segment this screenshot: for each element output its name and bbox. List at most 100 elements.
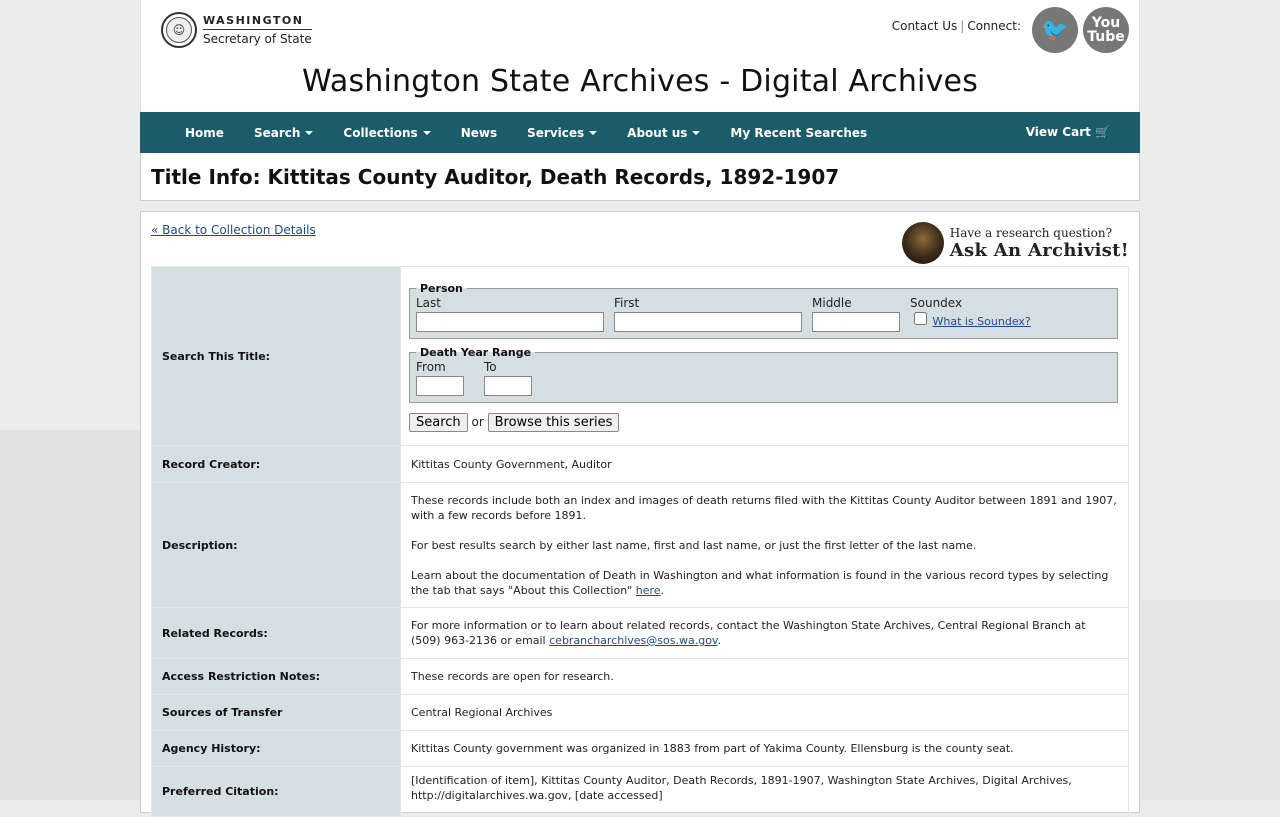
nav-services[interactable]: Services [512, 126, 612, 140]
from-year-input[interactable] [416, 375, 464, 396]
access-value: These records are open for research. [400, 658, 1129, 695]
caret-down-icon [422, 131, 431, 135]
background-shape [1130, 600, 1280, 800]
first-name-input[interactable] [614, 311, 802, 332]
table-row: Access Restriction Notes: These records … [151, 658, 1129, 695]
row-label: Description: [151, 482, 401, 608]
page-title-box: Title Info: Kittitas County Auditor, Dea… [140, 153, 1140, 201]
row-label: Related Records: [151, 607, 401, 659]
row-label: Access Restriction Notes: [151, 658, 401, 695]
description-paragraph: These records include both an index and … [411, 493, 1117, 522]
site-header: ☺ WASHINGTON Secretary of State Contact … [140, 0, 1140, 112]
or-text: or [471, 414, 484, 429]
related-records-value: For more information or to learn about r… [400, 607, 1129, 659]
table-row: Preferred Citation: [Identification of i… [151, 766, 1129, 817]
last-name-input[interactable] [416, 311, 604, 332]
youtube-icon[interactable]: You Tube [1083, 7, 1129, 53]
page-container: ☺ WASHINGTON Secretary of State Contact … [140, 0, 1140, 817]
search-form: Person Last First Middle Soundex What is… [400, 266, 1129, 446]
social-links: 🐦 You Tube [1032, 7, 1129, 53]
here-link[interactable]: here [636, 584, 661, 597]
soundex-checkbox[interactable] [914, 311, 927, 325]
state-seal-icon: ☺ [161, 12, 197, 48]
record-creator-value: Kittitas County Government, Auditor [400, 445, 1129, 483]
nav-search[interactable]: Search [239, 126, 328, 140]
youtube-label-top: You [1091, 15, 1121, 31]
caret-down-icon [305, 131, 314, 135]
table-row: Description: These records include both … [151, 482, 1129, 608]
from-year-label: From [416, 359, 446, 374]
related-text: . [717, 634, 722, 647]
caret-down-icon [692, 131, 701, 135]
nav-label: News [460, 125, 498, 140]
citation-value: [Identification of item], Kittitas Count… [400, 766, 1129, 817]
books-icon [901, 222, 944, 264]
back-to-collection-link[interactable]: « Back to Collection Details [151, 223, 316, 237]
nav-about-us[interactable]: About us [612, 126, 715, 140]
ask-title: Ask An Archivist! [949, 239, 1129, 261]
nav-recent-searches[interactable]: My Recent Searches [715, 126, 882, 140]
description-paragraph: For best results search by either last n… [411, 538, 977, 552]
table-row: Agency History: Kittitas County governme… [151, 730, 1129, 767]
table-row: Record Creator: Kittitas County Governme… [151, 445, 1129, 483]
description-value: These records include both an index and … [400, 482, 1129, 608]
page-title: Title Info: Kittitas County Auditor, Dea… [151, 164, 840, 189]
row-label: Search This Title: [151, 266, 401, 446]
person-legend: Person [420, 281, 463, 295]
row-label: Sources of Transfer [151, 694, 401, 731]
middle-name-input[interactable] [812, 311, 900, 332]
soundex-label: Soundex [910, 295, 963, 310]
what-is-soundex-link[interactable]: What is Soundex? [933, 315, 1031, 328]
cart-icon: 🛒 [1095, 125, 1110, 139]
main-nav: Home Search Collections News Services Ab… [140, 112, 1140, 153]
ask-archivist-banner[interactable]: Have a research question? Ask An Archivi… [901, 222, 1129, 264]
contact-us-link[interactable]: Contact Us [892, 19, 958, 33]
logo-subtitle: Secretary of State [203, 31, 312, 46]
table-row: Sources of Transfer Central Regional Arc… [151, 694, 1129, 731]
top-links: Contact Us | Connect: [891, 19, 1021, 33]
nav-label: Collections [343, 125, 418, 140]
view-cart-link[interactable]: View Cart 🛒 [1026, 125, 1110, 139]
to-year-label: To [484, 359, 497, 374]
description-text: Learn about the documentation of Death i… [411, 568, 1109, 597]
middle-name-label: Middle [812, 295, 852, 310]
row-label: Record Creator: [151, 445, 401, 483]
table-row: Search This Title: Person Last First Mid… [151, 266, 1129, 446]
site-title: Washington State Archives - Digital Arch… [301, 64, 979, 99]
first-name-label: First [614, 295, 640, 310]
ask-subtitle: Have a research question? [949, 225, 1113, 240]
email-link[interactable]: cebrancharchives@sos.wa.gov [549, 634, 717, 647]
related-text: For more information or to learn about r… [411, 619, 1086, 647]
caret-down-icon [589, 131, 598, 135]
sos-logo[interactable]: ☺ WASHINGTON Secretary of State [161, 12, 312, 48]
search-button[interactable]: Search [409, 412, 468, 432]
row-label: Agency History: [151, 730, 401, 767]
death-year-fieldset: Death Year Range From To [409, 344, 1118, 403]
logo-title: WASHINGTON [203, 14, 312, 30]
title-info-table: Search This Title: Person Last First Mid… [151, 266, 1129, 817]
youtube-label-bottom: Tube [1087, 29, 1125, 45]
nav-home[interactable]: Home [170, 126, 239, 140]
browse-series-button[interactable]: Browse this series [487, 412, 620, 432]
nav-label: Search [253, 125, 301, 140]
person-fieldset: Person Last First Middle Soundex What is… [409, 280, 1118, 339]
nav-collections[interactable]: Collections [328, 126, 445, 140]
death-year-legend: Death Year Range [420, 345, 532, 359]
nav-label: About us [627, 125, 688, 140]
description-paragraph: Learn about the documentation of Death i… [411, 568, 1118, 598]
nav-label: My Recent Searches [730, 125, 868, 140]
table-row: Related Records: For more information or… [151, 607, 1129, 659]
agency-history-value: Kittitas County government was organized… [400, 730, 1129, 767]
twitter-icon[interactable]: 🐦 [1032, 7, 1078, 53]
row-label: Preferred Citation: [151, 766, 401, 817]
connect-label: Connect: [967, 19, 1021, 33]
sources-value: Central Regional Archives [400, 694, 1129, 731]
nav-news[interactable]: News [446, 126, 512, 140]
description-text: . [660, 583, 665, 597]
nav-label: Home [185, 125, 224, 140]
cart-label: View Cart [1025, 125, 1091, 139]
to-year-input[interactable] [484, 375, 532, 396]
nav-label: Services [527, 125, 585, 140]
content-panel: « Back to Collection Details Have a rese… [140, 211, 1140, 817]
last-name-label: Last [416, 295, 441, 310]
